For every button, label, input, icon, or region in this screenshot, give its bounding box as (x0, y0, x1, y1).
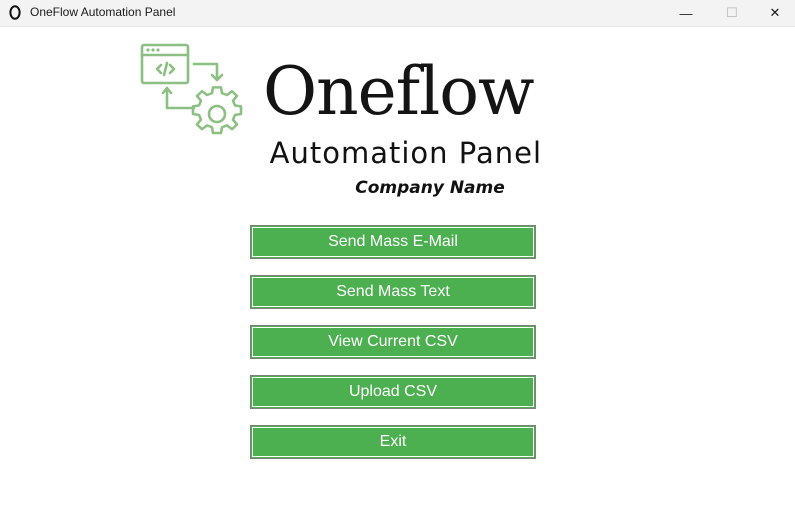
close-icon: ✕ (769, 5, 781, 20)
upload-csv-button[interactable]: Upload CSV (250, 375, 536, 409)
title-bar: OneFlow Automation Panel — ☐ ✕ (0, 0, 795, 27)
send-mass-email-button[interactable]: Send Mass E-Mail (250, 225, 536, 259)
exit-button[interactable]: Exit (250, 425, 536, 459)
brand-logo-text: Oneflow (263, 53, 534, 130)
app-icon (8, 4, 22, 20)
company-name: Company Name (355, 178, 505, 198)
subtitle-text: Automation Panel (269, 136, 542, 170)
minimize-button[interactable]: — (663, 0, 709, 26)
maximize-button[interactable]: ☐ (709, 0, 755, 26)
code-window-gear-icon (140, 43, 243, 135)
send-mass-text-button[interactable]: Send Mass Text (250, 275, 536, 309)
minimize-icon: — (679, 5, 693, 21)
close-button[interactable]: ✕ (752, 0, 795, 26)
maximize-icon: ☐ (726, 5, 738, 20)
page-subtitle: Automation Panel (0, 136, 795, 170)
window-title: OneFlow Automation Panel (30, 5, 176, 19)
view-current-csv-button[interactable]: View Current CSV (250, 325, 536, 359)
